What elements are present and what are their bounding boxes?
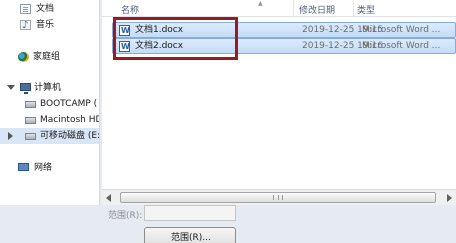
document-icon <box>20 4 31 14</box>
nav-item-label: 网络 <box>34 163 53 173</box>
sort-arrow-icon: ▲ <box>258 0 263 7</box>
nav-item-homegroup[interactable]: 家庭组 <box>0 49 99 65</box>
nav-item-label: 文档 <box>36 4 55 14</box>
computer-icon <box>20 83 31 94</box>
nav-item-label: BOOTCAMP ( <box>40 99 98 109</box>
nav-item-label: 家庭组 <box>33 52 61 62</box>
column-header-name[interactable]: 名称 <box>121 3 139 16</box>
scroll-left-icon[interactable] <box>106 194 111 202</box>
navigation-pane: 文档 音乐 家庭组 计算机 BOOTCAMP ( Macintosh HD 可移… <box>0 0 100 205</box>
drive-icon <box>25 117 36 124</box>
file-type: Microsoft Word ... <box>362 25 441 35</box>
nav-item-label: Macintosh HD <box>40 115 100 125</box>
homegroup-icon <box>18 52 29 62</box>
scroll-right-icon[interactable] <box>447 194 452 202</box>
expand-arrow-icon[interactable] <box>7 85 15 90</box>
nav-item-computer[interactable]: 计算机 <box>0 80 99 96</box>
column-headers: 名称 ▲ 修改日期 类型 <box>102 0 456 17</box>
file-type: Microsoft Word ... <box>362 41 441 51</box>
removable-drive-icon <box>25 133 36 140</box>
scrollbar-grip-icon <box>273 195 283 200</box>
column-divider[interactable] <box>353 0 354 17</box>
nav-item-bootcamp[interactable]: BOOTCAMP ( <box>0 96 99 112</box>
nav-item-removable-disk[interactable]: 可移动磁盘 (E: <box>0 128 100 144</box>
nav-item-music[interactable]: 音乐 <box>0 17 99 34</box>
nav-item-network[interactable]: 网络 <box>0 160 99 176</box>
column-header-type[interactable]: 类型 <box>357 3 375 16</box>
network-icon <box>18 163 29 171</box>
scrollbar-thumb[interactable] <box>120 192 436 203</box>
column-divider[interactable] <box>293 0 294 17</box>
range-label: 范围(R): <box>108 211 143 221</box>
horizontal-scrollbar[interactable] <box>102 189 456 205</box>
nav-item-label: 计算机 <box>34 83 62 93</box>
nav-item-macintosh-hd[interactable]: Macintosh HD <box>0 112 100 128</box>
music-icon <box>20 18 31 34</box>
nav-item-documents[interactable]: 文档 <box>0 1 99 17</box>
annotation-highlight-box <box>113 17 238 60</box>
expand-arrow-icon[interactable] <box>8 132 13 140</box>
drive-icon <box>25 101 36 108</box>
column-header-modified[interactable]: 修改日期 <box>299 3 335 16</box>
range-input[interactable] <box>144 205 236 221</box>
range-button[interactable]: 范围(R)... <box>144 227 236 243</box>
nav-item-label: 音乐 <box>36 20 55 30</box>
nav-item-label: 可移动磁盘 (E: <box>40 131 100 141</box>
